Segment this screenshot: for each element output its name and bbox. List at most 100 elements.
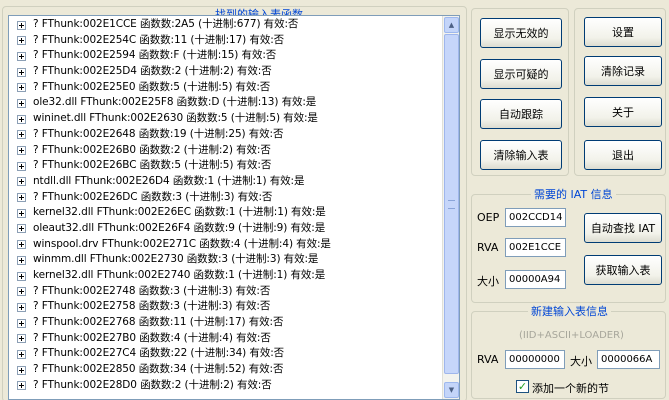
table-row[interactable]: ? FThunk:002E2768 函数数:11 (十进制:17) 有效:否 [9, 315, 442, 331]
table-row[interactable]: ? FThunk:002E2594 函数数:F (十进制:15) 有效:否 [9, 48, 442, 64]
add-section-label[interactable]: 添加一个新的节 [532, 380, 609, 396]
row-text: ? FThunk:002E27B0 函数数:4 (十进制:4) 有效:否 [33, 331, 271, 344]
row-text: ? FThunk:002E26B0 函数数:2 (十进制:2) 有效:否 [33, 143, 271, 156]
expand-icon[interactable] [17, 36, 26, 46]
expand-icon[interactable] [17, 365, 26, 375]
row-text: ? FThunk:002E25D4 函数数:2 (十进制:2) 有效:否 [33, 65, 272, 78]
clear-import-button[interactable]: 清除输入表 [480, 140, 562, 170]
expand-icon[interactable] [17, 318, 26, 328]
table-row[interactable]: oleaut32.dll FThunk:002E26F4 函数数:9 (十进制:… [9, 221, 442, 237]
table-row[interactable]: ? FThunk:002E2850 函数数:34 (十进制:52) 有效:否 [9, 362, 442, 378]
expand-icon[interactable] [17, 83, 26, 93]
new-import-title: 新建输入表信息 [528, 305, 611, 318]
row-text: ? FThunk:002E25E0 函数数:5 (十进制:5) 有效:否 [33, 80, 271, 93]
row-text: ? FThunk:002E254C 函数数:11 (十进制:17) 有效:否 [33, 33, 285, 46]
table-row[interactable]: ? FThunk:002E1CCE 函数数:2A5 (十进制:677) 有效:否 [9, 17, 442, 33]
expand-icon[interactable] [17, 114, 26, 124]
iat-rva-field[interactable] [505, 238, 566, 257]
row-text: winmm.dll FThunk:002E2730 函数数:3 (十进制:3) … [33, 253, 319, 266]
row-text: ? FThunk:002E26DC 函数数:3 (十进制:3) 有效:否 [33, 190, 273, 203]
row-text: ? FThunk:002E1CCE 函数数:2A5 (十进制:677) 有效:否 [33, 18, 299, 30]
iat-size-label: 大小 [477, 275, 499, 288]
table-row[interactable]: ? FThunk:002E254C 函数数:11 (十进制:17) 有效:否 [9, 33, 442, 49]
table-row[interactable]: ? FThunk:002E26B0 函数数:2 (十进制:2) 有效:否 [9, 143, 442, 159]
table-row[interactable]: ? FThunk:002E2648 函数数:19 (十进制:25) 有效:否 [9, 127, 442, 143]
iat-info-group: 需要的 IAT 信息 [471, 188, 666, 303]
table-row[interactable]: ? FThunk:002E26DC 函数数:3 (十进制:3) 有效:否 [9, 190, 442, 206]
table-row[interactable]: ? FThunk:002E2758 函数数:3 (十进制:3) 有效:否 [9, 299, 442, 315]
about-button[interactable]: 关于 [584, 97, 662, 127]
row-text: ? FThunk:002E2748 函数数:3 (十进制:3) 有效:否 [33, 284, 271, 297]
oep-label: OEP [477, 211, 500, 224]
table-row[interactable]: ? FThunk:002E25E0 函数数:5 (十进制:5) 有效:否 [9, 80, 442, 96]
expand-icon[interactable] [17, 271, 26, 281]
expand-icon[interactable] [17, 98, 26, 108]
expand-icon[interactable] [17, 51, 26, 61]
row-text: wininet.dll FThunk:002E2630 函数数:5 (十进制:5… [33, 112, 318, 125]
expand-icon[interactable] [17, 130, 26, 140]
new-rva-label: RVA [477, 353, 499, 366]
expand-icon[interactable] [17, 146, 26, 155]
iat-info-title: 需要的 IAT 信息 [531, 188, 616, 201]
expand-icon[interactable] [17, 381, 26, 391]
expand-icon[interactable] [17, 334, 26, 344]
iat-rva-label: RVA [477, 241, 499, 254]
get-import-button[interactable]: 获取输入表 [584, 255, 662, 285]
show-suspect-button[interactable]: 显示可疑的 [480, 59, 562, 89]
expand-icon[interactable] [17, 224, 26, 234]
table-row[interactable]: ? FThunk:002E27B0 函数数:4 (十进制:4) 有效:否 [9, 331, 442, 347]
row-text: ? FThunk:002E2758 函数数:3 (十进制:3) 有效:否 [33, 300, 271, 313]
expand-icon[interactable] [17, 20, 26, 30]
row-text: ntdll.dll FThunk:002E26D4 函数数:1 (十进制:1) … [33, 174, 305, 187]
new-import-hint: (IID+ASCII+LOADER) [519, 330, 624, 341]
expand-icon[interactable] [17, 67, 26, 77]
expand-icon[interactable] [17, 161, 26, 171]
expand-icon[interactable] [17, 177, 26, 187]
row-text: oleaut32.dll FThunk:002E26F4 函数数:9 (十进制:… [33, 221, 326, 234]
new-rva-field[interactable] [505, 350, 565, 369]
scroll-up-button[interactable]: ▲ [444, 17, 459, 33]
vertical-scrollbar[interactable]: ▲ ▼ [442, 16, 459, 399]
table-row[interactable]: kernel32.dll FThunk:002E26EC 函数数:1 (十进制:… [9, 205, 442, 221]
table-row[interactable]: ole32.dll FThunk:002E25F8 函数数:D (十进制:13)… [9, 95, 442, 111]
show-invalid-button[interactable]: 显示无效的 [480, 18, 562, 48]
table-row[interactable]: ntdll.dll FThunk:002E26D4 函数数:1 (十进制:1) … [9, 174, 442, 190]
expand-icon[interactable] [17, 302, 26, 312]
expand-icon[interactable] [17, 208, 26, 218]
table-row[interactable]: winmm.dll FThunk:002E2730 函数数:3 (十进制:3) … [9, 252, 442, 268]
iat-size-field[interactable] [505, 270, 566, 289]
table-row[interactable]: ? FThunk:002E2748 函数数:3 (十进制:3) 有效:否 [9, 284, 442, 300]
exit-button[interactable]: 退出 [584, 140, 662, 170]
row-text: winspool.drv FThunk:002E271C 函数数:4 (十进制:… [33, 237, 331, 250]
row-text: kernel32.dll FThunk:002E2740 函数数:1 (十进制:… [33, 269, 326, 281]
row-text: ? FThunk:002E2768 函数数:11 (十进制:17) 有效:否 [33, 316, 284, 329]
row-text: ? FThunk:002E2594 函数数:F (十进制:15) 有效:否 [33, 49, 277, 62]
table-row[interactable]: ? FThunk:002E25D4 函数数:2 (十进制:2) 有效:否 [9, 64, 442, 80]
expand-icon[interactable] [17, 193, 26, 203]
settings-button[interactable]: 设置 [584, 17, 662, 47]
auto-find-iat-button[interactable]: 自动查找 IAT [584, 213, 662, 243]
new-size-field[interactable] [597, 350, 660, 369]
auto-trace-button[interactable]: 自动跟踪 [480, 99, 562, 129]
scroll-thumb[interactable] [444, 34, 459, 374]
import-functions-tree[interactable]: ? FThunk:002E1CCE 函数数:2A5 (十进制:677) 有效:否… [8, 15, 460, 400]
table-row[interactable]: ? FThunk:002E27C4 函数数:22 (十进制:34) 有效:否 [9, 346, 442, 362]
add-section-checkbox[interactable]: ✓ [516, 380, 529, 393]
table-row[interactable]: wininet.dll FThunk:002E2630 函数数:5 (十进制:5… [9, 111, 442, 127]
scroll-down-button[interactable]: ▼ [444, 382, 459, 398]
row-text: ? FThunk:002E2648 函数数:19 (十进制:25) 有效:否 [33, 127, 284, 140]
row-text: ? FThunk:002E28D0 函数数:2 (十进制:2) 有效:否 [33, 378, 272, 391]
table-row[interactable]: ? FThunk:002E28D0 函数数:2 (十进制:2) 有效:否 [9, 378, 442, 394]
table-row[interactable]: ? FThunk:002E26BC 函数数:5 (十进制:5) 有效:否 [9, 158, 442, 174]
row-text: kernel32.dll FThunk:002E26EC 函数数:1 (十进制:… [33, 206, 326, 219]
oep-field[interactable] [505, 208, 566, 227]
expand-icon[interactable] [17, 240, 26, 250]
expand-icon[interactable] [17, 349, 26, 359]
expand-icon[interactable] [17, 287, 26, 297]
row-text: ole32.dll FThunk:002E25F8 函数数:D (十进制:13)… [33, 96, 317, 109]
row-text: ? FThunk:002E26BC 函数数:5 (十进制:5) 有效:否 [33, 159, 272, 172]
expand-icon[interactable] [17, 255, 26, 265]
clear-log-button[interactable]: 清除记录 [584, 56, 662, 86]
table-row[interactable]: winspool.drv FThunk:002E271C 函数数:4 (十进制:… [9, 237, 442, 253]
table-row[interactable]: kernel32.dll FThunk:002E2740 函数数:1 (十进制:… [9, 268, 442, 284]
